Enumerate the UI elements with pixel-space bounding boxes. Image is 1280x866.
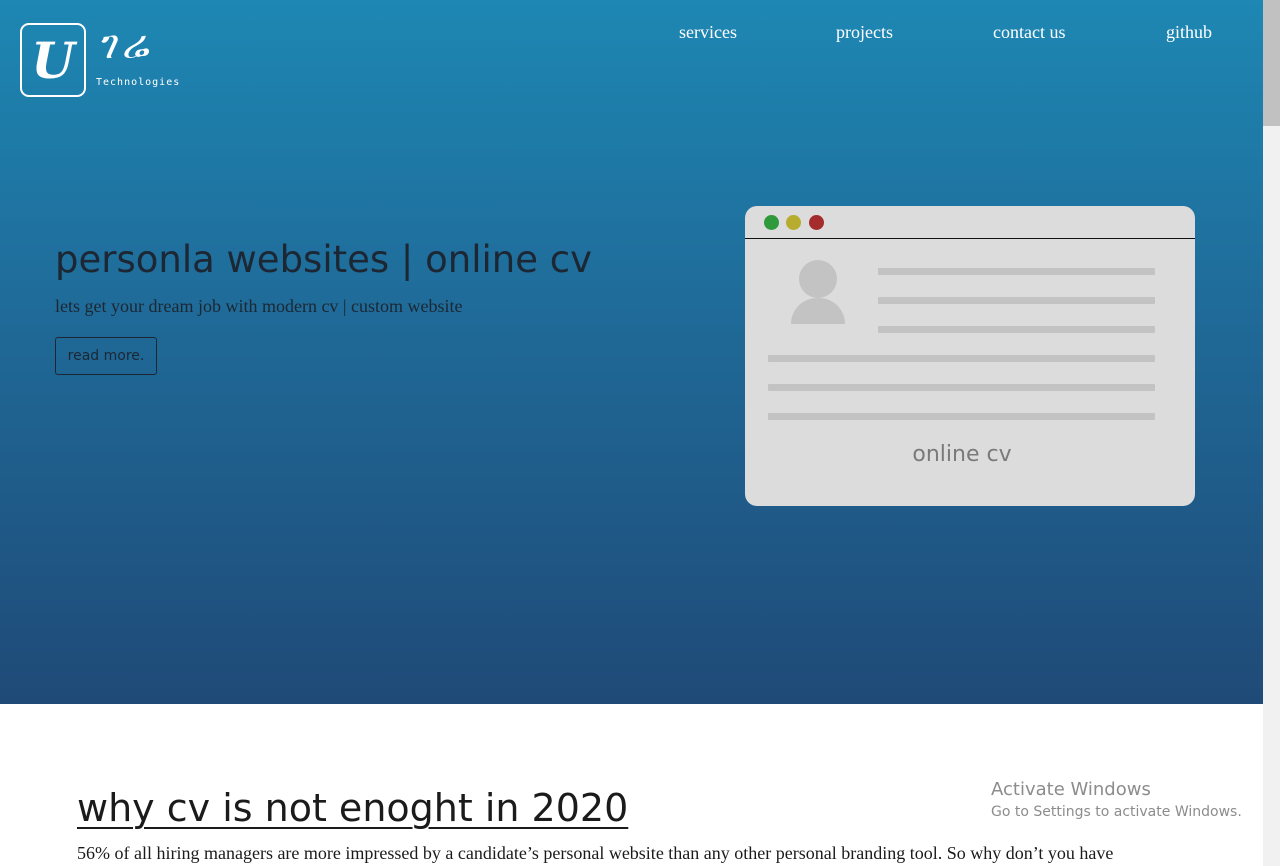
yellow-window-dot-icon [786,215,801,230]
section-paragraph: 56% of all hiring managers are more impr… [77,843,1114,863]
nav-link-github[interactable]: github [1166,22,1212,43]
placeholder-line [878,268,1155,275]
online-cv-illustration: online cv [745,206,1195,506]
placeholder-line [768,413,1155,420]
activate-windows-title: Activate Windows [991,779,1151,800]
avatar-head-icon [799,260,837,298]
top-nav: services projects contact us github [0,22,1263,46]
activate-windows-subtitle: Go to Settings to activate Windows. [991,804,1242,820]
page-scrollbar-track[interactable] [1263,0,1280,866]
section-title: why cv is not enoght in 2020 [77,786,629,830]
red-window-dot-icon [809,215,824,230]
hero-subtitle: lets get your dream job with modern cv |… [55,296,463,316]
page-scrollbar-thumb[interactable] [1263,0,1280,126]
placeholder-line [878,297,1155,304]
browser-title-bar [745,206,1195,239]
placeholder-line [768,384,1155,391]
green-window-dot-icon [764,215,779,230]
hero-title: personla websites | online cv [55,238,593,281]
placeholder-line [768,355,1155,362]
nav-link-projects[interactable]: projects [836,22,893,43]
placeholder-line [878,326,1155,333]
hero-section: U ገሬ Technologies services projects cont… [0,0,1263,704]
nav-link-services[interactable]: services [679,22,737,43]
nav-link-contact-us[interactable]: contact us [993,22,1065,43]
online-cv-label: online cv [912,442,1012,467]
page: U ገሬ Technologies services projects cont… [0,0,1263,866]
read-more-button[interactable]: read more. [55,337,157,375]
avatar-body-icon [791,298,845,324]
logo-subtitle: Technologies [96,77,181,88]
